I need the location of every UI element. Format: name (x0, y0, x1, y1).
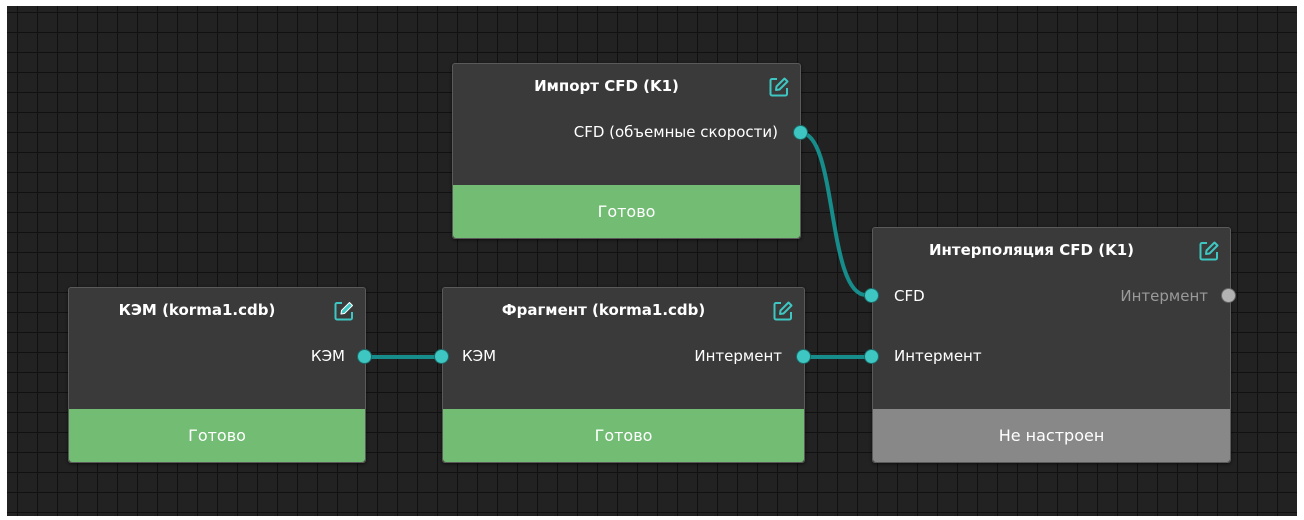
output-port-label: CFD (объемные скорости) (573, 123, 778, 141)
edit-icon[interactable] (768, 76, 790, 98)
status-bar: Готово (453, 185, 800, 238)
output-port-interment[interactable] (797, 350, 810, 363)
node-title: КЭМ (korma1.cdb) (118, 301, 276, 319)
node-title: Фрагмент (korma1.cdb) (501, 301, 706, 319)
status-bar: Не настроен (873, 409, 1230, 462)
output-port-label: КЭМ (310, 347, 345, 365)
output-port-label: Интермент (1120, 287, 1208, 305)
edit-icon[interactable] (1198, 240, 1220, 262)
edit-icon[interactable] (333, 300, 355, 322)
node-import-cfd[interactable]: Импорт CFD (K1) CFD (объемные скорости) … (452, 63, 801, 239)
status-bar: Готово (69, 409, 365, 462)
node-interpolation-cfd[interactable]: Интерполяция CFD (K1) CFD Интермент Инте… (872, 227, 1231, 463)
status-bar: Готово (443, 409, 804, 462)
input-port-label-cfd: CFD (894, 287, 925, 305)
input-port-label: КЭМ (462, 347, 497, 365)
output-port-label: Интермент (694, 347, 782, 365)
edit-icon[interactable] (772, 300, 794, 322)
node-kem[interactable]: КЭМ (korma1.cdb) КЭМ Готово (68, 287, 366, 463)
output-port-interment-unconnected[interactable] (1222, 289, 1235, 302)
node-fragment[interactable]: Фрагмент (korma1.cdb) КЭМ Интермент Гото… (442, 287, 805, 463)
node-title: Интерполяция CFD (K1) (929, 241, 1134, 259)
node-graph-canvas[interactable]: Импорт CFD (K1) CFD (объемные скорости) … (7, 6, 1297, 516)
output-port-kem[interactable] (358, 350, 371, 363)
input-port-kem[interactable] (435, 350, 448, 363)
input-port-interment[interactable] (865, 350, 878, 363)
wire-cfd-to-interpolation[interactable] (800, 131, 867, 297)
input-port-cfd[interactable] (865, 289, 878, 302)
output-port-cfd[interactable] (794, 126, 807, 139)
input-port-label-interment: Интермент (894, 347, 982, 365)
node-title: Импорт CFD (K1) (534, 77, 679, 95)
